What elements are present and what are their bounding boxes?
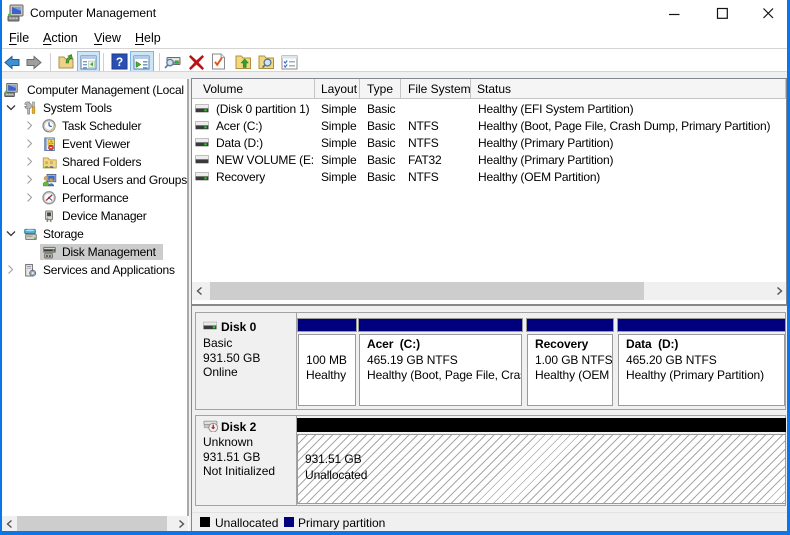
svg-text:?: ? xyxy=(116,55,123,69)
